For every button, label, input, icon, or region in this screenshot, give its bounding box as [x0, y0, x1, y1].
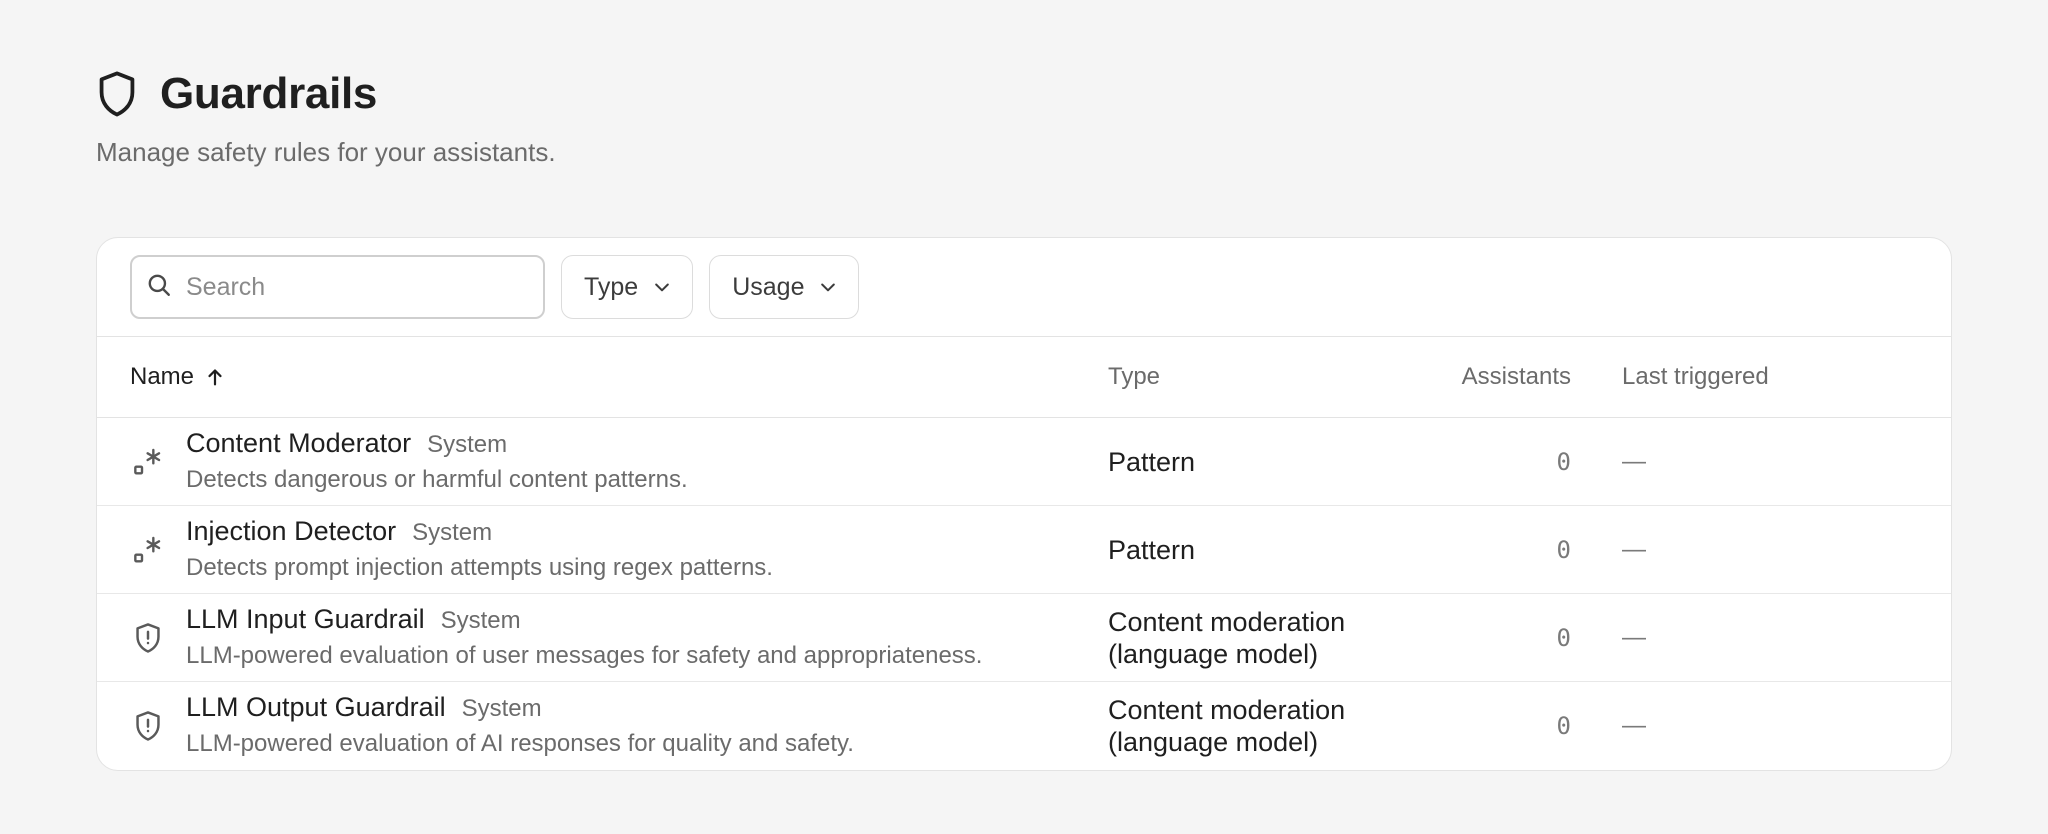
system-badge: System	[412, 519, 493, 546]
type-filter-label: Type	[584, 272, 639, 301]
type-filter-button[interactable]: Type	[561, 255, 694, 319]
assistants-count: 0	[1556, 536, 1571, 564]
shield-alert-icon	[130, 708, 166, 744]
system-badge: System	[440, 607, 521, 634]
column-header-name[interactable]: Name	[130, 337, 226, 417]
table-row[interactable]: Content Moderator System Detects dangero…	[97, 418, 1951, 506]
table-row[interactable]: LLM Output Guardrail System LLM-powered …	[97, 682, 1951, 770]
system-badge: System	[427, 431, 508, 458]
search-icon	[146, 272, 172, 303]
guardrail-description: Detects prompt injection attempts using …	[186, 554, 773, 581]
guardrail-description: LLM-powered evaluation of AI responses f…	[186, 730, 854, 757]
table-toolbar: Type Usage	[130, 255, 860, 319]
column-header-type[interactable]: Type	[1108, 337, 1160, 417]
arrow-up-icon	[208, 369, 222, 386]
assistants-count: 0	[1556, 448, 1571, 476]
usage-filter-button[interactable]: Usage	[709, 255, 860, 319]
guardrail-type-line1: Pattern	[1108, 447, 1196, 477]
search-input[interactable]	[186, 272, 516, 302]
guardrail-description: LLM-powered evaluation of user messages …	[186, 642, 983, 669]
last-triggered: —	[1622, 536, 1646, 563]
search-box[interactable]	[130, 255, 545, 319]
system-badge: System	[461, 695, 542, 722]
column-header-name-label: Name	[130, 363, 195, 390]
table-row[interactable]: LLM Input Guardrail System LLM-powered e…	[97, 594, 1951, 682]
shield-icon	[96, 68, 142, 120]
shield-alert-icon	[130, 620, 166, 656]
chevron-down-icon	[655, 283, 670, 292]
guardrail-type-line1: Pattern	[1108, 535, 1196, 565]
chevron-down-icon	[821, 283, 836, 292]
table-header: Name Type Assistants Last triggered	[97, 336, 1951, 418]
regex-icon	[130, 444, 166, 480]
assistants-count: 0	[1556, 712, 1571, 740]
last-triggered: —	[1622, 624, 1646, 651]
column-header-assistants[interactable]: Assistants	[1197, 337, 1571, 417]
guardrail-name: LLM Output Guardrail	[186, 692, 446, 722]
page-subtitle: Manage safety rules for your assistants.	[96, 137, 556, 167]
guardrail-name: LLM Input Guardrail	[186, 604, 425, 634]
column-header-last-triggered[interactable]: Last triggered	[1622, 337, 1769, 417]
guardrails-table-card: Type Usage Name Type Assistants Last tri…	[96, 237, 1952, 771]
table-row[interactable]: Injection Detector System Detects prompt…	[97, 506, 1951, 594]
guardrail-name: Content Moderator	[186, 428, 412, 458]
page-title: Guardrails	[160, 69, 378, 118]
guardrail-description: Detects dangerous or harmful content pat…	[186, 466, 688, 493]
assistants-count: 0	[1556, 624, 1571, 652]
guardrail-name: Injection Detector	[186, 516, 397, 546]
page-header: Guardrails	[96, 64, 377, 124]
regex-icon	[130, 532, 166, 568]
usage-filter-label: Usage	[732, 272, 805, 301]
last-triggered: —	[1622, 448, 1646, 475]
last-triggered: —	[1622, 712, 1646, 739]
